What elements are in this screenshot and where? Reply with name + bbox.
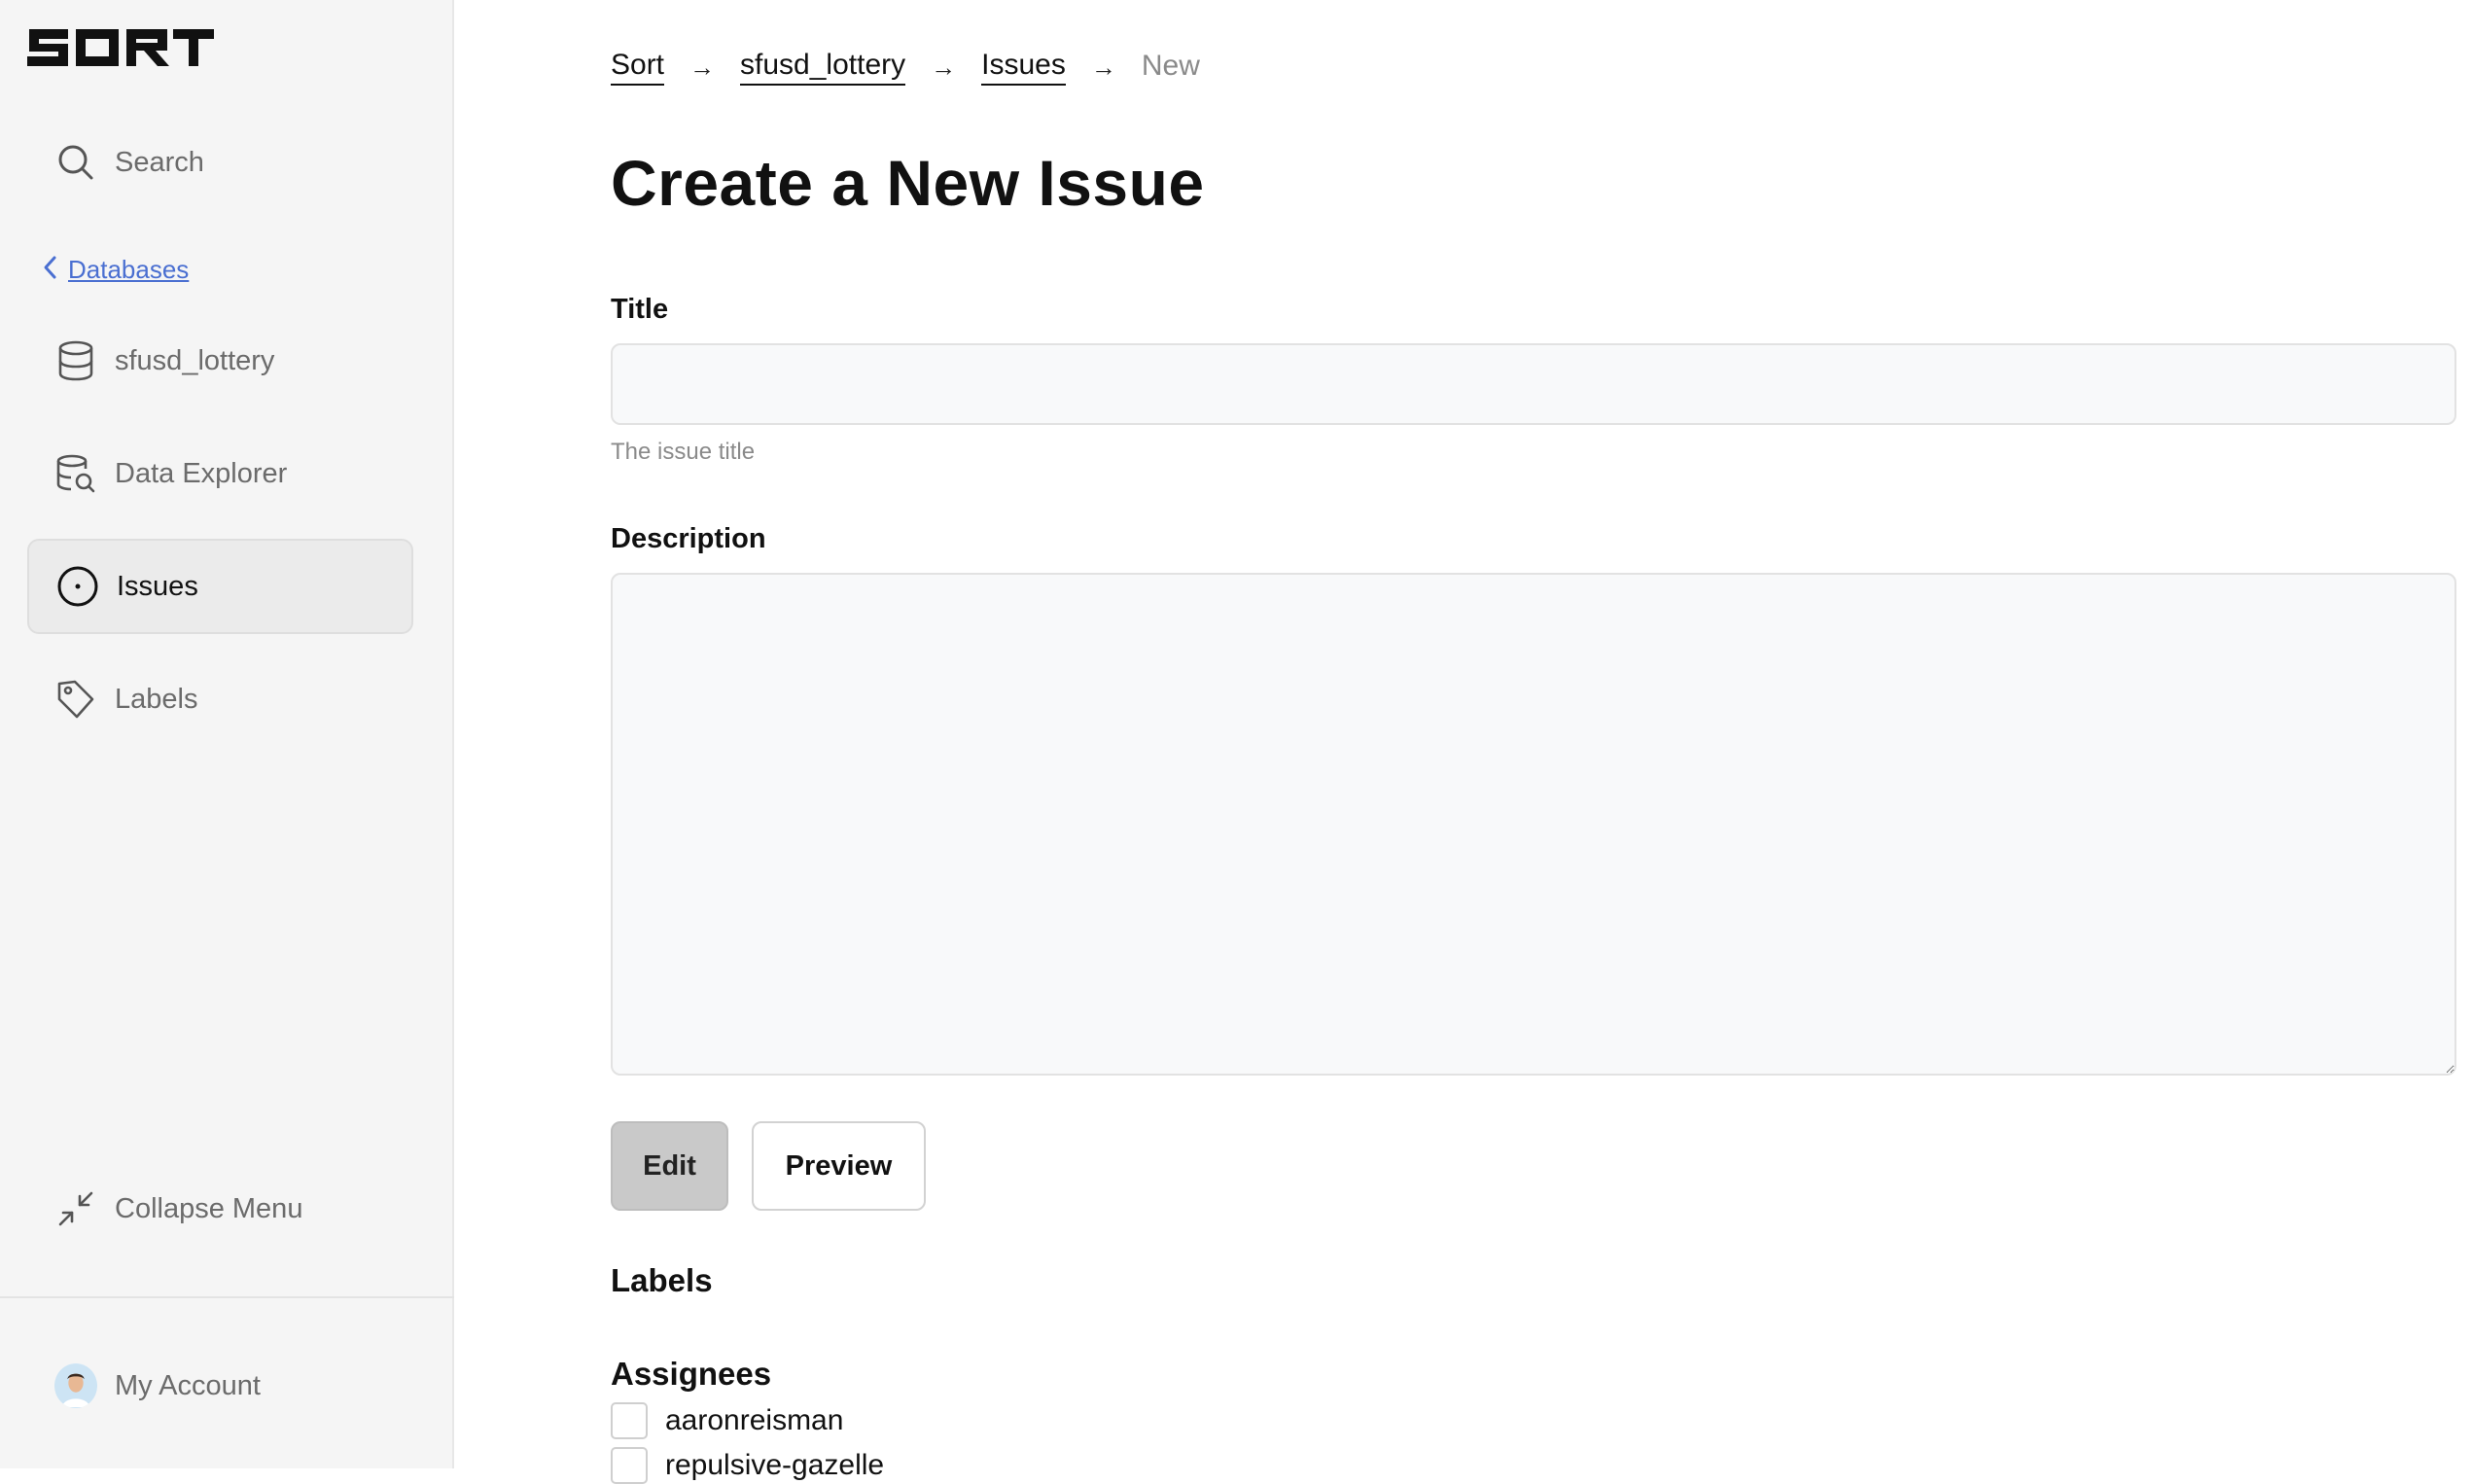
assignee-checkbox[interactable] [611, 1402, 648, 1439]
search-icon [54, 141, 97, 184]
assignee-name: repulsive-gazelle [665, 1449, 885, 1481]
arrow-right-icon: → [1090, 52, 1116, 82]
sidebar-divider [0, 1296, 454, 1298]
main-content: Sort → sfusd_lottery → Issues → New Crea… [611, 0, 2458, 1484]
sidebar-item-label: Data Explorer [115, 457, 288, 489]
sidebar-search[interactable]: Search [27, 115, 413, 210]
sort-logo[interactable] [25, 25, 216, 70]
title-input[interactable] [611, 343, 2456, 425]
chevron-left-icon [41, 255, 60, 285]
sidebar-item-label: Issues [117, 570, 198, 602]
tag-icon [54, 678, 97, 721]
search-label: Search [115, 146, 204, 178]
databases-link-label: Databases [68, 255, 190, 284]
page-title: Create a New Issue [611, 147, 1205, 219]
title-help-text: The issue title [611, 439, 756, 465]
arrow-right-icon: → [689, 52, 716, 82]
assignees-heading: Assignees [611, 1356, 772, 1392]
my-account-button[interactable]: My Account [27, 1338, 413, 1433]
sidebar-item-data-explorer[interactable]: Data Explorer [27, 426, 413, 521]
issue-circle-icon [56, 565, 99, 608]
assignee-option[interactable]: aaronreisman [611, 1402, 843, 1439]
collapse-icon [54, 1187, 97, 1230]
sidebar-item-labels[interactable]: Labels [27, 652, 413, 747]
my-account-label: My Account [115, 1369, 261, 1401]
sidebar: Search Databases sfusd_lottery Data Expl… [0, 0, 454, 1468]
databases-back-link[interactable]: Databases [41, 255, 189, 285]
title-label: Title [611, 294, 669, 325]
sidebar-item-label: sfusd_lottery [115, 344, 275, 376]
sidebar-item-issues[interactable]: Issues [27, 539, 413, 634]
breadcrumb-sort[interactable]: Sort [611, 49, 665, 86]
sidebar-item-sfusd-lottery[interactable]: sfusd_lottery [27, 313, 413, 408]
arrow-right-icon: → [931, 52, 957, 82]
assignee-name: aaronreisman [665, 1404, 844, 1436]
breadcrumb-current: New [1141, 50, 1200, 82]
sidebar-item-label: Labels [115, 683, 198, 715]
avatar [54, 1363, 97, 1408]
description-textarea[interactable] [611, 573, 2456, 1076]
collapse-menu-label: Collapse Menu [115, 1192, 303, 1224]
breadcrumb: Sort → sfusd_lottery → Issues → New [611, 49, 1200, 86]
breadcrumb-sfusd-lottery[interactable]: sfusd_lottery [740, 49, 906, 86]
assignee-option[interactable]: repulsive-gazelle [611, 1447, 884, 1484]
collapse-menu-button[interactable]: Collapse Menu [27, 1161, 413, 1256]
breadcrumb-issues[interactable]: Issues [981, 49, 1066, 86]
preview-button[interactable]: Preview [752, 1121, 926, 1211]
assignee-checkbox[interactable] [611, 1447, 648, 1484]
database-icon [54, 339, 97, 382]
avatar-wrapper [54, 1363, 97, 1408]
database-search-icon [54, 452, 97, 495]
edit-button[interactable]: Edit [611, 1121, 728, 1211]
labels-heading: Labels [611, 1262, 713, 1298]
description-label: Description [611, 523, 766, 554]
